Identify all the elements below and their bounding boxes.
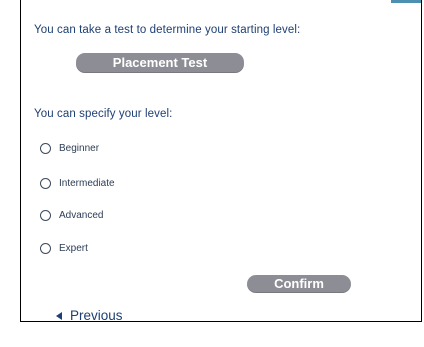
placement-test-button[interactable]: Placement Test (76, 53, 244, 73)
level-option-label: Expert (59, 242, 88, 254)
level-option-label: Beginner (59, 142, 100, 154)
radio-button[interactable] (40, 177, 51, 189)
level-option-label: Intermediate (59, 177, 115, 189)
placement-test-prompt: You can take a test to determine your st… (34, 24, 301, 36)
top-accent-bar (391, 0, 421, 3)
radio-button[interactable] (40, 242, 51, 254)
level-selection-panel: You can take a test to determine your st… (20, 0, 422, 323)
level-option-advanced[interactable]: Advanced (40, 208, 103, 222)
level-option-expert[interactable]: Expert (40, 241, 88, 255)
previous-label: Previous (70, 308, 123, 323)
specify-level-prompt: You can specify your level: (34, 108, 173, 120)
confirm-button[interactable]: Confirm (247, 275, 351, 293)
level-option-label: Advanced (59, 209, 104, 221)
radio-button[interactable] (40, 209, 51, 221)
left-triangle-icon (56, 311, 62, 320)
radio-button[interactable] (40, 142, 51, 154)
level-option-beginner[interactable]: Beginner (40, 141, 99, 155)
level-option-intermediate[interactable]: Intermediate (40, 176, 115, 190)
previous-link[interactable]: Previous (56, 308, 123, 323)
